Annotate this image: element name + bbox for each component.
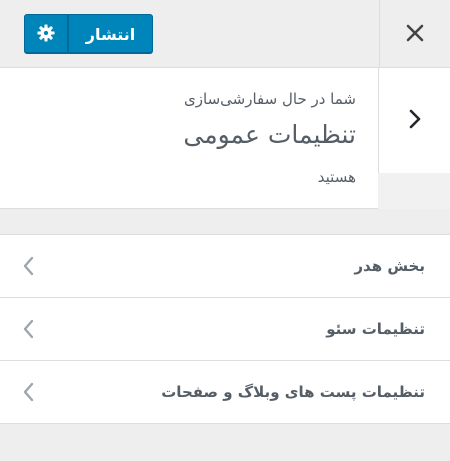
section-divider: [0, 209, 450, 235]
publish-settings-button[interactable]: [24, 14, 68, 54]
back-button[interactable]: [378, 68, 450, 173]
publish-button[interactable]: انتشار: [68, 14, 153, 54]
customizer-header: انتشار: [0, 0, 450, 68]
chevron-right-icon: [408, 104, 422, 137]
gear-icon: [37, 23, 55, 45]
panel-title: تنظیمات عمومی: [183, 120, 356, 149]
section-list: بخش هدر تنظیمات سئو تنظیمات پست های وبلا…: [0, 235, 450, 424]
section-blog-pages[interactable]: تنظیمات پست های وبلاگ و صفحات: [0, 361, 450, 424]
chevron-left-icon: [22, 361, 34, 423]
section-label: بخش هدر: [354, 257, 425, 275]
section-label: تنظیمات پست های وبلاگ و صفحات: [161, 383, 425, 401]
chevron-left-icon: [22, 298, 34, 360]
customizing-suffix: هستید: [317, 168, 356, 186]
chevron-left-icon: [22, 235, 34, 297]
customizing-label: شما در حال سفارشی‌سازی: [184, 90, 356, 108]
customizer-info-panel: شما در حال سفارشی‌سازی تنظیمات عمومی هست…: [0, 68, 378, 209]
close-customizer-button[interactable]: [379, 0, 450, 68]
bottom-area: [0, 424, 450, 461]
publish-button-group: انتشار: [24, 14, 153, 54]
close-icon: [406, 19, 424, 49]
section-header[interactable]: بخش هدر: [0, 235, 450, 298]
section-seo[interactable]: تنظیمات سئو: [0, 298, 450, 361]
section-label: تنظیمات سئو: [326, 320, 425, 338]
